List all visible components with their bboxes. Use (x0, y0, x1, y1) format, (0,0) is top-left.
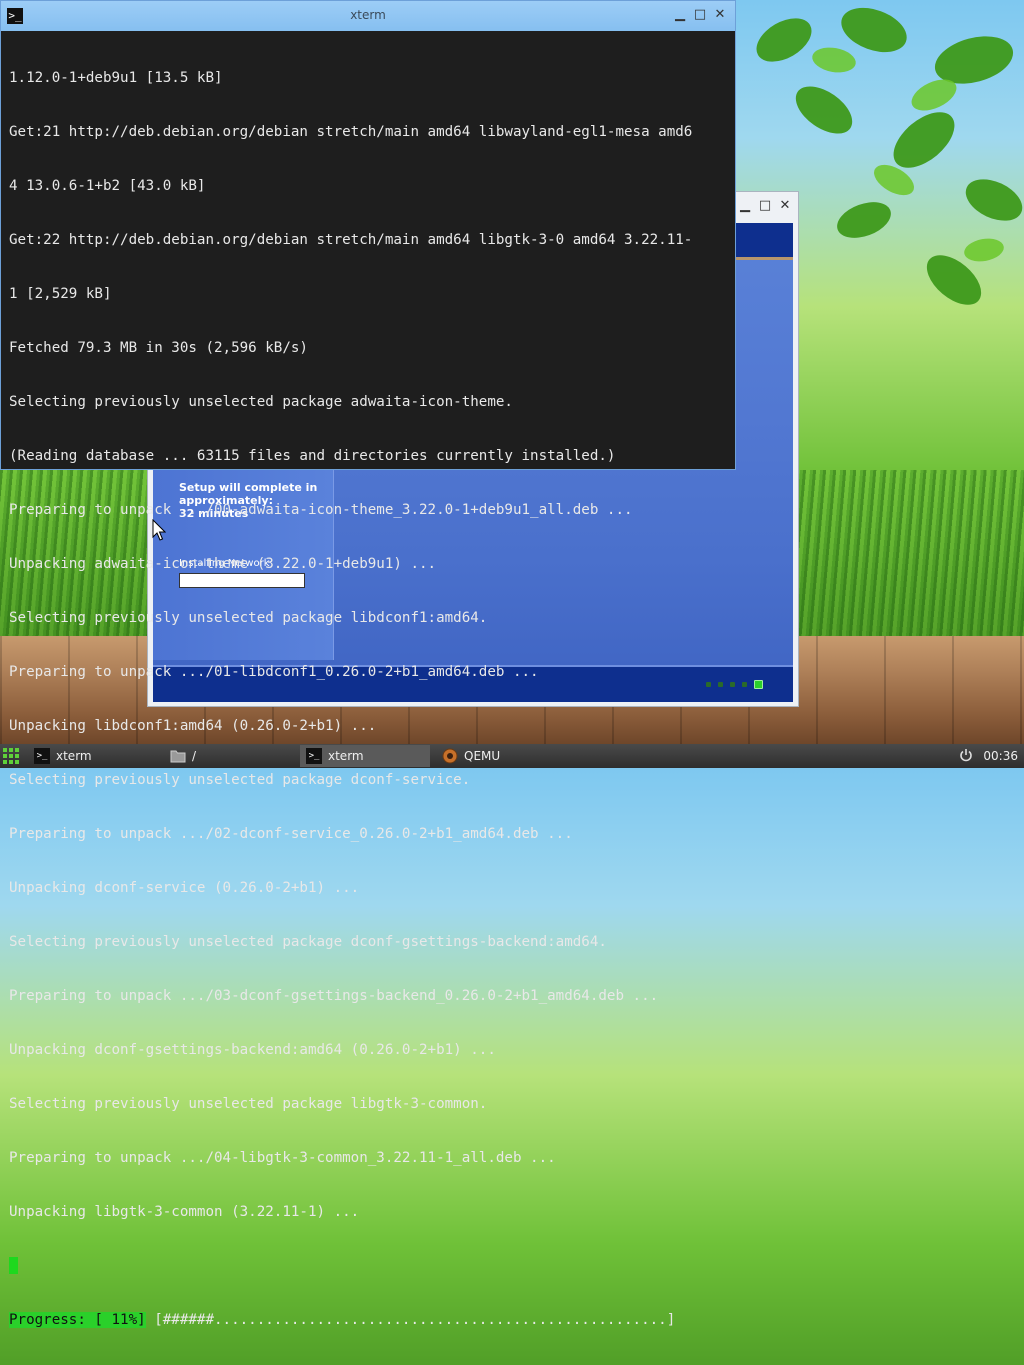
terminal-line: Preparing to unpack .../03-dconf-gsettin… (9, 988, 659, 1004)
taskbar-item-xterm-active[interactable]: >_ xterm (300, 745, 430, 767)
minimize-icon[interactable]: ▁ (673, 8, 687, 22)
taskbar-item-label: xterm (56, 749, 92, 763)
progress-bar-text: [######.................................… (145, 1312, 676, 1328)
terminal-line: Unpacking libgtk-3-common (3.22.11-1) ..… (9, 1204, 360, 1220)
terminal-line: 4 13.0.6-1+b2 [43.0 kB] (9, 178, 206, 194)
progress-dot-active (754, 680, 763, 689)
text-cursor (9, 1257, 18, 1274)
maximize-icon[interactable]: □ (693, 8, 707, 22)
terminal-line: Selecting previously unselected package … (9, 394, 513, 410)
terminal-icon: >_ (34, 748, 50, 764)
progress-label: Progress: [ 11%] (9, 1312, 146, 1328)
terminal-line: Selecting previously unselected package … (9, 1096, 488, 1112)
clock[interactable]: 00:36 (983, 749, 1018, 763)
power-icon[interactable] (959, 748, 973, 765)
progress-dot (742, 682, 747, 687)
terminal-line: Get:22 http://deb.debian.org/debian stre… (9, 232, 693, 248)
xterm-window[interactable]: >_ xterm ▁ □ ✕ 1.12.0-1+deb9u1 [13.5 kB]… (0, 0, 736, 1328)
terminal-line: Unpacking dconf-service (0.26.0-2+b1) ..… (9, 880, 360, 896)
taskbar-item-xterm[interactable]: >_ xterm (28, 745, 158, 767)
start-menu-button[interactable] (0, 744, 22, 768)
maximize-icon[interactable]: □ (758, 199, 772, 213)
terminal-line: Selecting previously unselected package … (9, 772, 471, 788)
apt-progress-line: Progress: [ 11%] [######................… (9, 1311, 731, 1329)
terminal-output[interactable]: 1.12.0-1+deb9u1 [13.5 kB] Get:21 http://… (9, 33, 731, 1365)
terminal-line: Preparing to unpack .../01-libdconf1_0.2… (9, 664, 539, 680)
close-icon[interactable]: ✕ (778, 199, 792, 213)
terminal-line: Selecting previously unselected package … (9, 934, 607, 950)
terminal-line: 1 [2,529 kB] (9, 286, 112, 302)
taskbar-item-qemu[interactable]: QEMU (436, 745, 566, 767)
taskbar-item-label: QEMU (464, 749, 501, 763)
folder-icon (170, 748, 186, 764)
terminal-line: 1.12.0-1+deb9u1 [13.5 kB] (9, 70, 223, 86)
mouse-pointer-icon (152, 519, 166, 541)
grid-menu-icon (3, 748, 19, 764)
terminal-line: Preparing to unpack .../00-adwaita-icon-… (9, 502, 633, 518)
close-icon[interactable]: ✕ (713, 8, 727, 22)
terminal-line: Unpacking libdconf1:amd64 (0.26.0-2+b1) … (9, 718, 377, 734)
xterm-titlebar[interactable]: >_ xterm ▁ □ ✕ (1, 1, 735, 31)
terminal-line: Preparing to unpack .../04-libgtk-3-comm… (9, 1150, 556, 1166)
terminal-icon: >_ (306, 748, 322, 764)
terminal-line: Selecting previously unselected package … (9, 610, 488, 626)
taskbar-item-label: xterm (328, 749, 364, 763)
terminal-line: Fetched 79.3 MB in 30s (2,596 kB/s) (9, 340, 308, 356)
terminal-line: Preparing to unpack .../02-dconf-service… (9, 826, 573, 842)
taskbar-item-label: / (192, 749, 197, 763)
taskbar-item-files[interactable]: / (164, 745, 294, 767)
qemu-icon (442, 748, 458, 764)
terminal-line: Unpacking adwaita-icon-theme (3.22.0-1+d… (9, 556, 437, 572)
cursor-line (9, 1257, 731, 1275)
window-title: xterm (350, 8, 386, 22)
terminal-line: Get:21 http://deb.debian.org/debian stre… (9, 124, 693, 140)
taskbar: >_ xterm / >_ xterm QEMU 00:36 (0, 744, 1024, 768)
terminal-line: (Reading database ... 63115 files and di… (9, 448, 616, 464)
terminal-line: Unpacking dconf-gsettings-backend:amd64 … (9, 1042, 496, 1058)
minimize-icon[interactable]: ▁ (738, 199, 752, 213)
